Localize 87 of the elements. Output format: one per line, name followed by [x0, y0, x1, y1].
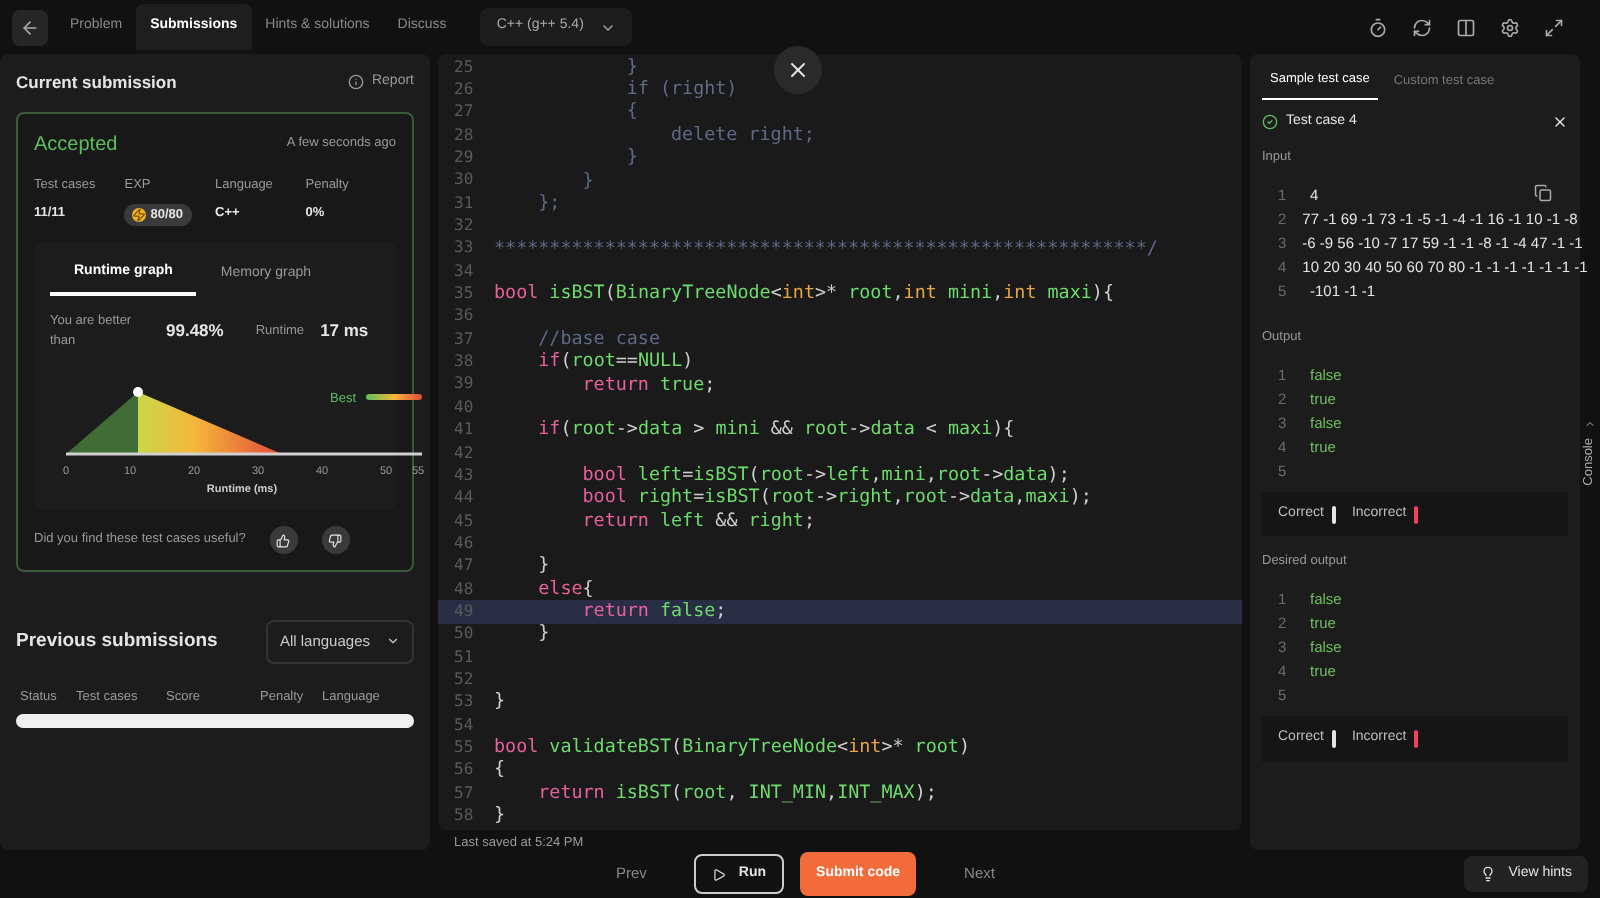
line-number: 35	[452, 282, 476, 307]
code-line: ***********************************************************/	[494, 235, 1158, 263]
line-number: 32	[452, 214, 476, 239]
play-icon	[712, 867, 727, 881]
code-line: if(root->data > mini && root->data < maxi){	[536, 416, 1015, 445]
code-line: {	[494, 756, 506, 785]
line-number: 44	[452, 486, 476, 511]
line-number: 42	[452, 441, 476, 466]
line-number: 55	[452, 735, 476, 760]
code-line: return left && right;	[580, 507, 815, 535]
code-line: return isBST(root, INT_MIN,INT_MAX);	[536, 779, 937, 808]
code-line: }	[624, 53, 638, 80]
code-line: bool left=isBST(root->left,mini,root->data);	[580, 461, 1070, 488]
panel-title: Current submission	[16, 70, 177, 96]
code-line: return false;	[580, 598, 727, 626]
line-number: 53	[452, 690, 476, 715]
line-number: 46	[452, 531, 476, 556]
layout-icon[interactable]	[1456, 17, 1476, 37]
line-number: 45	[452, 509, 476, 534]
lightning-icon	[132, 207, 147, 222]
line-number: 47	[452, 554, 476, 579]
code-line: delete right;	[669, 121, 815, 150]
line-number: 54	[452, 713, 476, 738]
code-line: if(root==NULL)	[536, 348, 694, 377]
close-icon[interactable]	[1552, 114, 1568, 130]
line-number: 50	[452, 622, 476, 647]
timer-icon[interactable]	[1368, 17, 1388, 37]
chevron-down-icon	[386, 634, 400, 649]
section-title: Previous submissions	[16, 627, 218, 656]
line-number: 34	[452, 259, 476, 284]
code-line: //base case	[536, 325, 660, 352]
code-line: }	[494, 688, 506, 717]
line-number: 40	[452, 395, 476, 420]
line-number: 58	[452, 804, 476, 829]
thumbs-up-button[interactable]	[269, 526, 298, 555]
runtime-value: 17 ms	[320, 318, 369, 344]
check-icon	[1262, 114, 1278, 130]
line-number: 36	[452, 304, 476, 329]
code-line: bool validateBST(BinaryTreeNode<int>* root)	[494, 734, 970, 760]
close-button[interactable]	[774, 46, 822, 94]
settings-icon[interactable]	[1500, 17, 1520, 37]
line-number: 56	[452, 758, 476, 783]
code-line: };	[536, 189, 561, 218]
code-line: }	[624, 144, 638, 172]
code-line: }	[536, 552, 550, 580]
line-number: 33	[452, 236, 476, 261]
line-number: 57	[452, 781, 476, 806]
line-number: 37	[452, 327, 476, 352]
line-number: 43	[452, 463, 476, 488]
thumbs-up-icon	[276, 533, 291, 548]
back-arrow-icon	[20, 17, 40, 37]
close-icon	[786, 58, 810, 82]
legend-gradient-bar	[366, 394, 422, 401]
thumbs-down-icon	[328, 533, 343, 548]
code-line: }	[580, 167, 594, 195]
lightbulb-icon	[1480, 866, 1497, 882]
code-line: if (right)	[624, 76, 738, 102]
refresh-icon[interactable]	[1412, 17, 1432, 37]
thumbs-down-button[interactable]	[321, 526, 350, 555]
line-number: 39	[452, 372, 476, 397]
code-line: bool isBST(BinaryTreeNode<int>* root,int mini,int maxi){	[494, 280, 1114, 309]
horizontal-scrollbar[interactable]	[16, 714, 414, 729]
line-number: 52	[452, 667, 476, 692]
code-line: else{	[536, 575, 594, 603]
code-line: }	[536, 620, 550, 649]
line-number: 29	[452, 146, 476, 171]
expand-icon[interactable]	[1544, 17, 1564, 37]
line-number: 27	[452, 100, 476, 125]
line-number: 48	[452, 577, 476, 602]
copy-icon[interactable]	[1534, 184, 1552, 202]
line-number: 30	[452, 168, 476, 193]
line-number: 51	[452, 645, 476, 670]
chevron-icon[interactable]	[1584, 418, 1596, 431]
line-number: 25	[452, 55, 476, 80]
percentile-value: 99.48%	[166, 318, 224, 344]
line-number: 28	[452, 123, 476, 148]
code-line: }	[494, 802, 506, 830]
code-line: bool right=isBST(root->right,root->data,maxi);	[580, 484, 1092, 512]
info-icon	[347, 74, 364, 91]
line-number: 41	[452, 418, 476, 443]
status-text: Accepted	[34, 131, 118, 160]
code-line: {	[624, 98, 638, 127]
line-number: 26	[452, 78, 476, 103]
back-button[interactable]	[12, 9, 48, 45]
line-number: 31	[452, 191, 476, 216]
code-line: return true;	[580, 371, 716, 399]
line-number: 38	[452, 350, 476, 375]
